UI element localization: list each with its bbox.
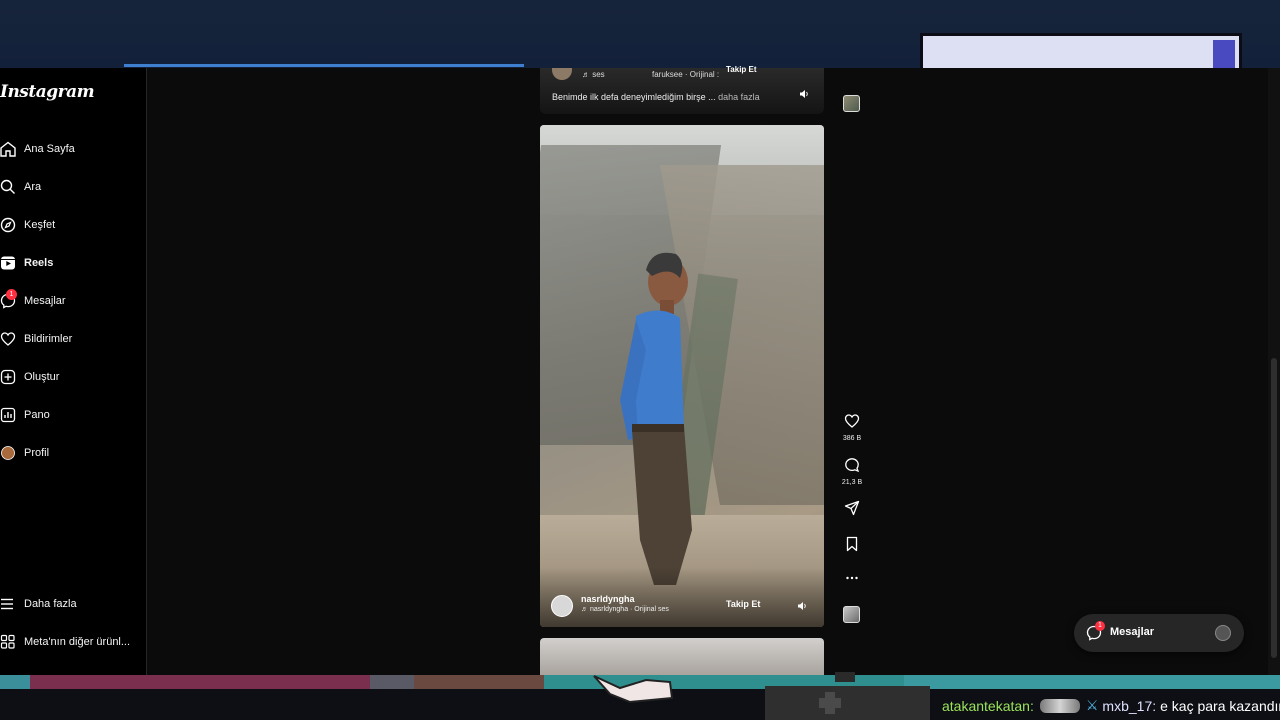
pixel-controller-graphic <box>765 672 930 720</box>
previous-reel-audio-source[interactable]: faruksee · Orijinal : <box>652 70 719 79</box>
sidebar-item-label: Profil <box>24 447 50 459</box>
sidebar-item-label: Mesajlar <box>24 295 66 307</box>
sidebar-item-label: Oluştur <box>24 371 60 383</box>
more-horizontal-icon <box>846 576 858 580</box>
menu-icon <box>0 595 24 613</box>
sidebar-item-label: Bildirimler <box>24 333 73 345</box>
messages-pill-badge: 1 <box>1095 621 1105 631</box>
sidebar-item-search[interactable]: Ara <box>0 168 147 206</box>
caption-more-link[interactable]: daha fazla <box>718 92 760 102</box>
like-button[interactable]: 386 B <box>838 413 866 442</box>
reels-feed[interactable]: ♬ ses faruksee · Orijinal : Takip Et Ben… <box>540 65 824 675</box>
previous-reel-follow-button[interactable]: Takip Et <box>726 65 757 74</box>
next-reel-preview[interactable] <box>540 638 824 675</box>
chat-emote <box>1039 698 1080 713</box>
sidebar-item-explore[interactable]: Keşfet <box>0 206 147 244</box>
previous-reel[interactable]: ♬ ses faruksee · Orijinal : Takip Et Ben… <box>540 65 824 114</box>
comment-icon <box>845 458 860 473</box>
avatar <box>1215 625 1231 641</box>
grid-icon <box>0 633 24 651</box>
page-load-progress <box>124 64 524 67</box>
messages-badge: 1 <box>6 289 17 300</box>
sidebar-bottom-nav: Daha fazla Meta'nın diğer ürünl... <box>0 585 147 661</box>
instagram-logo[interactable]: Instagram <box>0 82 95 102</box>
sword-icon: ⚔ <box>1085 697 1099 713</box>
sidebar-nav: Ana Sayfa Ara Keşfet Reels 1 Mesajlar Bi… <box>0 130 147 472</box>
heart-icon <box>844 414 860 428</box>
page-scrollbar[interactable] <box>1268 68 1280 675</box>
stream-chat-line: atakantekatan: ⚔ mxb_17: e kaç para kaza… <box>942 697 1280 714</box>
comment-button[interactable]: 21,3 B <box>838 457 866 486</box>
save-button[interactable] <box>838 536 866 557</box>
comment-count: 21,3 B <box>841 479 863 486</box>
heart-icon <box>0 330 24 348</box>
pixel-decoration <box>920 33 1242 71</box>
chat-username: mxb_17: <box>1102 697 1157 714</box>
current-reel-video[interactable]: nasrldyngha ♬ nasrldyngha · Orijinal ses… <box>540 125 824 627</box>
avatar-icon <box>0 444 24 462</box>
sidebar-item-label: Ara <box>24 181 42 193</box>
more-options-button[interactable] <box>838 570 866 591</box>
scrollbar-thumb[interactable] <box>1271 358 1277 658</box>
bookmark-icon <box>846 536 858 552</box>
sidebar-item-label: Meta'nın diğer ürünl... <box>24 636 131 648</box>
reel-follow-button[interactable]: Takip Et <box>726 599 760 609</box>
sidebar-item-meta-products[interactable]: Meta'nın diğer ürünl... <box>0 623 147 661</box>
caption-text: Benimde ilk defa deneyimlediğim birşe ..… <box>552 92 716 102</box>
reel-actions: 386 B 21,3 B <box>838 68 866 675</box>
reels-icon <box>0 254 24 272</box>
sidebar-item-messages[interactable]: 1 Mesajlar <box>0 282 147 320</box>
compass-icon <box>0 216 24 234</box>
messages-pill[interactable]: 1 Mesajlar <box>1074 614 1244 652</box>
like-count: 386 B <box>842 435 862 442</box>
speaker-icon[interactable] <box>796 600 808 612</box>
send-icon <box>844 500 860 516</box>
music-note-icon: ♬ <box>582 70 593 79</box>
previous-reel-audio-thumbnail[interactable] <box>843 95 860 112</box>
sidebar-item-home[interactable]: Ana Sayfa <box>0 130 147 168</box>
reel-author-avatar[interactable] <box>551 595 573 617</box>
music-note-icon: ♬ <box>581 606 590 613</box>
sidebar-item-reels[interactable]: Reels <box>0 244 147 282</box>
messages-pill-label: Mesajlar <box>1110 626 1155 638</box>
sidebar-item-more[interactable]: Daha fazla <box>0 585 147 623</box>
speaker-icon[interactable] <box>798 88 810 100</box>
sidebar-item-label: Daha fazla <box>24 598 77 610</box>
chat-message: e kaç para kazandın <box>1160 697 1280 714</box>
plus-square-icon <box>0 368 24 386</box>
previous-reel-avatar[interactable] <box>552 68 572 80</box>
reel-audio-thumbnail[interactable] <box>843 606 860 623</box>
sidebar-item-notifications[interactable]: Bildirimler <box>0 320 147 358</box>
reel-author-username[interactable]: nasrldyngha <box>581 594 635 604</box>
chat-username: atakantekatan: <box>942 697 1034 714</box>
reel-person-figure <box>620 252 692 585</box>
reel-audio-label: nasrldyngha · Orijinal ses <box>589 606 669 613</box>
previous-reel-audio-label: ses <box>592 70 605 79</box>
previous-reel-caption[interactable]: Benimde ilk defa deneyimlediğim birşe ..… <box>552 92 760 102</box>
sidebar-item-profile[interactable]: Profil <box>0 434 147 472</box>
sidebar-item-label: Pano <box>24 409 50 421</box>
reel-audio-info[interactable]: ♬ nasrldyngha · Orijinal ses <box>581 606 669 613</box>
instagram-app: Instagram Ana Sayfa Ara Keşfet Reels 1 M… <box>0 65 1280 675</box>
sidebar-item-create[interactable]: Oluştur <box>0 358 147 396</box>
sidebar-item-label: Ana Sayfa <box>24 143 75 155</box>
pixel-hand-graphic <box>593 675 674 704</box>
stream-frame: Instagram Ana Sayfa Ara Keşfet Reels 1 M… <box>0 0 1280 720</box>
share-button[interactable] <box>838 500 866 521</box>
sidebar: Instagram Ana Sayfa Ara Keşfet Reels 1 M… <box>0 68 147 675</box>
sidebar-item-dashboard[interactable]: Pano <box>0 396 147 434</box>
sidebar-item-label: Keşfet <box>24 219 56 231</box>
search-icon <box>0 178 24 196</box>
previous-reel-audio[interactable]: ♬ ses <box>582 70 605 79</box>
sidebar-item-label: Reels <box>24 257 54 269</box>
dashboard-icon <box>0 406 24 424</box>
home-icon <box>0 140 24 158</box>
